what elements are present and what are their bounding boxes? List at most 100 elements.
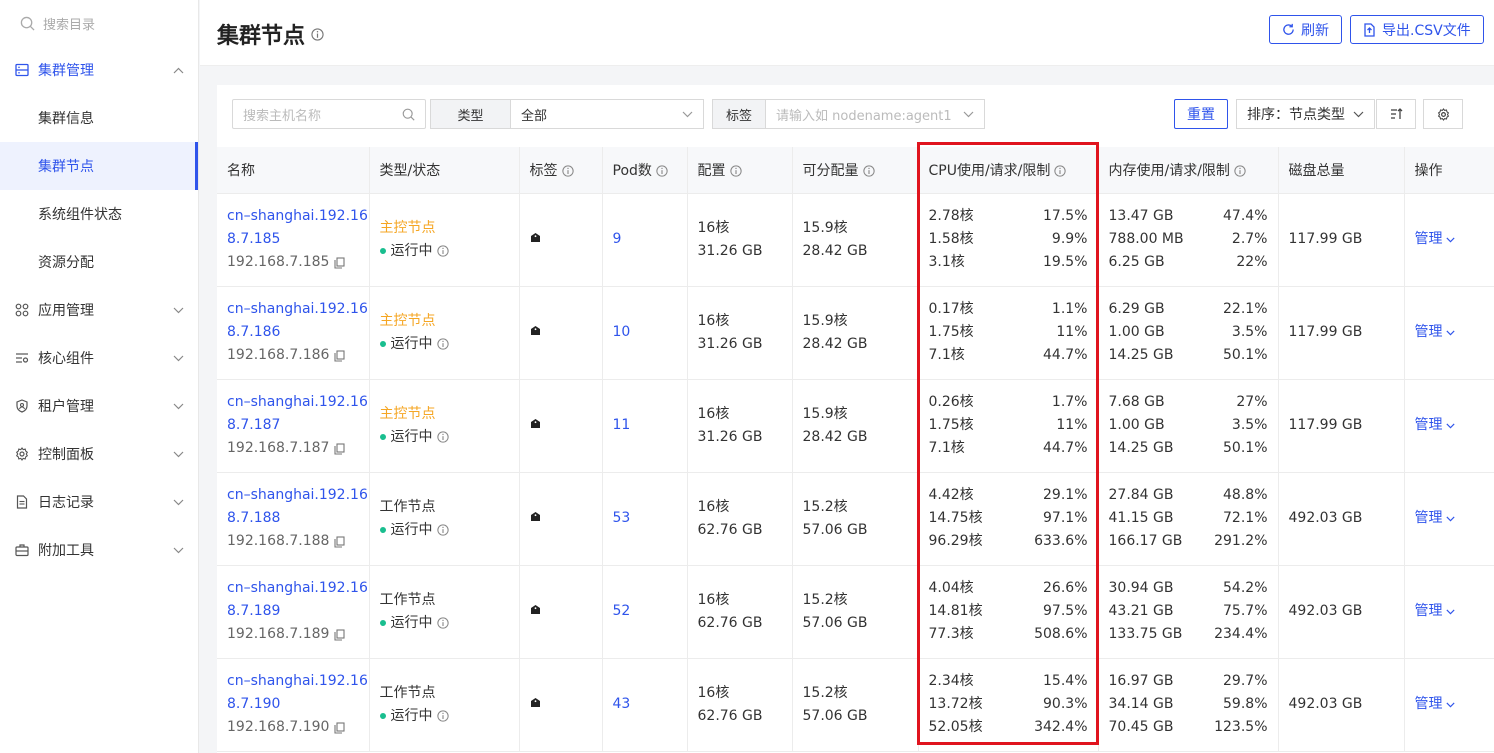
info-icon[interactable] (436, 245, 449, 257)
pod-count-link[interactable]: 10 (613, 324, 631, 340)
cpu-metric-row: 4.04核 26.6% (929, 577, 1098, 600)
pod-count-link[interactable]: 9 (613, 231, 622, 247)
copy-icon[interactable] (334, 256, 345, 269)
host-ip: 192.168.7.186 (227, 344, 369, 367)
info-icon[interactable] (1234, 165, 1246, 177)
info-icon[interactable] (436, 524, 449, 536)
sidebar-group-3[interactable]: 租户管理 (0, 382, 198, 430)
host-link[interactable]: cn–shanghai.192.16 8.7.189 (227, 577, 369, 623)
copy-icon[interactable] (334, 349, 345, 362)
mem-percent: 59.8% (1223, 696, 1268, 712)
mem-amount: 14.25 GB (1108, 347, 1174, 363)
manage-dropdown[interactable]: 管理 (1415, 228, 1494, 251)
cpu-percent: 1.1% (1051, 301, 1088, 317)
cell-pods: 11 (602, 379, 688, 473)
tag-icon[interactable] (530, 325, 541, 336)
mem-amount: 1.00 GB (1108, 324, 1165, 340)
tag-filter-input[interactable]: 请输入如 nodename:agent1 (766, 99, 985, 129)
info-icon[interactable] (729, 165, 742, 177)
copy-icon[interactable] (334, 628, 345, 641)
info-icon[interactable] (561, 165, 574, 177)
info-icon[interactable] (436, 431, 449, 443)
cpu-amount: 14.81核 (928, 603, 983, 619)
tag-icon[interactable] (530, 511, 541, 522)
status-dot (379, 713, 386, 719)
column-settings-button[interactable] (1423, 99, 1463, 129)
mem-metric-row: 1.00 GB 3.5% (1109, 321, 1278, 344)
manage-dropdown[interactable]: 管理 (1415, 693, 1494, 716)
page-title: 集群节点 (217, 18, 324, 50)
info-icon[interactable] (656, 165, 668, 177)
pod-count-link[interactable]: 43 (613, 696, 631, 712)
mem-percent: 54.2% (1223, 580, 1268, 596)
cell-disk: 492.03 GB (1278, 472, 1405, 566)
sidebar-group-2[interactable]: 核心组件 (0, 334, 198, 382)
host-search-input[interactable]: 搜索主机名称 (232, 99, 426, 129)
refresh-button[interactable]: 刷新 (1269, 15, 1342, 44)
sidebar-group-4[interactable]: 控制面板 (0, 430, 198, 478)
export-csv-button[interactable]: 导出.CSV文件 (1350, 15, 1484, 44)
sidebar-group-1[interactable]: 应用管理 (0, 286, 198, 334)
copy-icon[interactable] (334, 442, 345, 455)
manage-dropdown[interactable]: 管理 (1415, 507, 1494, 530)
cpu-metric-row: 14.81核 97.5% (929, 600, 1098, 623)
sidebar-item-0[interactable]: 集群信息 (0, 94, 198, 142)
cell-actions: 管理 (1404, 658, 1494, 752)
host-link[interactable]: cn–shanghai.192.16 8.7.190 (227, 670, 369, 716)
node-status: 运行中 (379, 426, 519, 449)
cpu-amount: 7.1核 (928, 347, 965, 363)
tag-icon[interactable] (530, 232, 541, 243)
sidebar-item-2[interactable]: 系统组件状态 (0, 190, 198, 238)
pod-count-link[interactable]: 52 (613, 603, 631, 619)
host-link[interactable]: cn–shanghai.192.16 8.7.187 (227, 391, 369, 437)
sidebar-item-1[interactable]: 集群节点 (0, 142, 198, 190)
page-header: 集群节点 刷新 导出.CSV文件 (200, 0, 1494, 66)
config-memory: 62.76 GB (697, 614, 763, 631)
manage-dropdown[interactable]: 管理 (1415, 414, 1494, 437)
info-icon[interactable] (311, 27, 324, 41)
config-memory: 31.26 GB (697, 242, 763, 259)
host-link[interactable]: cn–shanghai.192.16 8.7.188 (227, 484, 369, 530)
mem-metric-row: 166.17 GB 291.2% (1109, 530, 1278, 553)
host-link[interactable]: cn–shanghai.192.16 8.7.185 (227, 205, 369, 251)
pod-count-link[interactable]: 53 (613, 510, 631, 526)
sort-select[interactable]: 排序：节点类型 (1236, 99, 1375, 129)
info-icon[interactable] (436, 710, 449, 722)
cell-name: cn–shanghai.192.16 8.7.186 192.168.7.186 (217, 286, 370, 380)
type-filter[interactable]: 类型 全部 (430, 99, 704, 129)
sidebar-group-label: 控制面板 (38, 447, 94, 463)
sidebar-group-6[interactable]: 附加工具 (0, 526, 198, 574)
tag-filter[interactable]: 标签 请输入如 nodename:agent1 (712, 99, 985, 129)
sidebar-item-3[interactable]: 资源分配 (0, 238, 198, 286)
tag-filter-placeholder: 请输入如 nodename:agent1 (776, 108, 952, 124)
manage-dropdown[interactable]: 管理 (1415, 600, 1494, 623)
column-info (862, 165, 875, 177)
copy-icon[interactable] (334, 721, 345, 734)
sort-order-button[interactable] (1376, 99, 1416, 129)
tag-icon[interactable] (530, 604, 541, 615)
copy-icon[interactable] (334, 535, 345, 548)
node-type: 主控节点 (379, 312, 436, 329)
info-icon[interactable] (436, 338, 449, 350)
reset-button[interactable]: 重置 (1174, 99, 1228, 129)
cell-type-status: 工作节点 运行中 (369, 658, 520, 752)
info-icon[interactable] (862, 165, 875, 177)
sidebar-group-label: 日志记录 (38, 495, 94, 511)
pod-count-link[interactable]: 11 (613, 417, 631, 433)
mem-metric-row: 14.25 GB 50.1% (1109, 437, 1278, 460)
info-icon[interactable] (1054, 165, 1067, 177)
sidebar-group-0[interactable]: 集群管理 (0, 46, 198, 94)
manage-dropdown[interactable]: 管理 (1415, 321, 1494, 344)
mem-percent: 123.5% (1214, 719, 1268, 735)
host-link[interactable]: cn–shanghai.192.16 8.7.186 (227, 298, 369, 344)
sidebar-group-5[interactable]: 日志记录 (0, 478, 198, 526)
host-ip-text: 192.168.7.188 (227, 533, 330, 549)
host-name-part1: cn–shanghai.192.16 (227, 673, 368, 689)
refresh-label: 刷新 (1301, 22, 1329, 39)
sidebar-search[interactable]: 搜索目录 (0, 0, 198, 46)
info-icon[interactable] (436, 617, 449, 629)
tag-icon[interactable] (530, 697, 541, 708)
allocatable-memory: 57.06 GB (802, 521, 868, 538)
type-filter-select[interactable]: 全部 (511, 99, 704, 129)
tag-icon[interactable] (530, 418, 541, 429)
